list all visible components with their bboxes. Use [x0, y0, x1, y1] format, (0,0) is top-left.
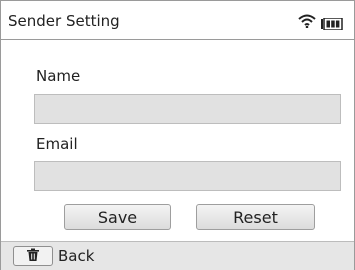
save-button[interactable]: Save — [64, 204, 171, 230]
name-field[interactable] — [34, 94, 341, 124]
save-button-label: Save — [97, 207, 138, 227]
screen: Sender Setting Name Email Save Reset Bac… — [0, 0, 355, 270]
page-title: Sender Setting — [8, 12, 120, 30]
email-label: Email — [36, 135, 78, 153]
header-bar: Sender Setting — [1, 1, 354, 40]
battery-icon — [321, 15, 343, 34]
wifi-icon — [298, 13, 316, 32]
trash-icon — [26, 247, 40, 266]
back-label: Back — [58, 247, 95, 265]
email-field[interactable] — [34, 161, 341, 191]
reset-button[interactable]: Reset — [196, 204, 315, 230]
footer-bar: Back — [1, 241, 354, 270]
reset-button-label: Reset — [233, 207, 278, 227]
name-label: Name — [36, 67, 81, 85]
back-key-button[interactable] — [13, 246, 53, 266]
